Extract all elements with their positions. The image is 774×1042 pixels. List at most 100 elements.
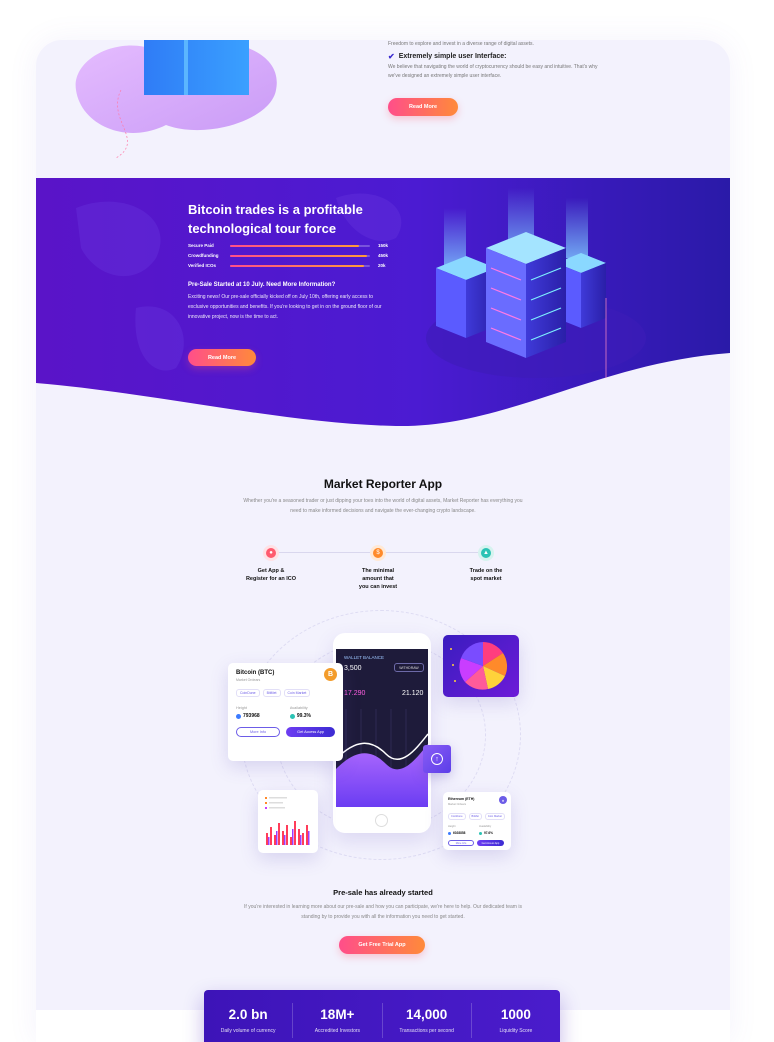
blue-dot-icon — [448, 831, 451, 835]
presale-title: Pre-sale has already started — [333, 888, 433, 897]
phone-illustration — [75, 40, 277, 159]
step-label: The minimal amount that you can invest — [358, 568, 398, 590]
card-title: Ethereum (ETH) — [448, 797, 475, 801]
step-label: Trade on the spot market — [469, 568, 503, 582]
read-more-button[interactable]: Read More — [388, 98, 458, 116]
upload-icon: ↑ — [431, 753, 443, 765]
stat-row-secure-paid: Secure Paid 150k — [188, 243, 388, 248]
teal-dot-icon — [478, 831, 482, 835]
server-illustration — [426, 188, 646, 378]
get-access-button[interactable]: Get Access App — [477, 840, 504, 846]
stat-caption: Daily volume of currency — [220, 1027, 276, 1034]
chip[interactable]: BitMet — [468, 813, 482, 820]
step-register: ● Get App & Register for an ICO — [231, 545, 311, 583]
stat-label: Crowdfunding — [188, 253, 219, 258]
metric-label: Availability — [289, 706, 308, 710]
chip[interactable]: BitMet — [262, 689, 281, 697]
page-frame: Freedom to explore and invest in a diver… — [36, 40, 730, 1042]
bitcoin-card: B Bitcoin (BTC) Market Ordears CoinDune … — [228, 663, 343, 761]
hero-read-more-button[interactable]: Read More — [188, 349, 256, 366]
free-trial-button[interactable]: Get Free Trial App — [339, 936, 425, 954]
hero-text: Bitcoin trades is a profitable technolog… — [188, 200, 388, 322]
stat-number: 2.0 bn — [228, 1006, 268, 1022]
stat-value: 450k — [377, 253, 388, 258]
phone-value-right: 21.120 — [402, 690, 424, 697]
more-info-button[interactable]: More Info — [448, 840, 474, 846]
chip[interactable]: CoinDune — [448, 813, 466, 820]
presale-body: Exciting news! Our pre-sale officially k… — [188, 294, 382, 320]
stat-label: Secure Paid — [188, 243, 214, 248]
stat-number: 14,000 — [405, 1006, 448, 1022]
step-label: Get App & Register for an ICO — [245, 568, 297, 582]
phone-screen: WALLET BALANCE 3,500 WITHDRAW 17.290 21.… — [336, 649, 428, 807]
card-actions: More Info Get Access App — [236, 727, 335, 737]
bitcoin-icon: B — [324, 668, 337, 681]
card-metrics: Height 6028858 Availability 97.6% — [448, 825, 493, 835]
ethereum-card: ♦ Ethereum (ETH) Market Ordears CoinDune… — [443, 792, 511, 850]
metric-value: 793968 — [236, 713, 260, 719]
stat-number: 18M+ — [320, 1006, 355, 1022]
progress-fill — [230, 254, 368, 257]
card-title: Bitcoin (BTC) — [236, 670, 275, 676]
card-actions: More Info Get Access App — [448, 840, 506, 846]
hero-section: Bitcoin trades is a profitable technolog… — [36, 178, 730, 430]
wallet-balance: 3,500 — [344, 665, 362, 672]
feature-intro: Freedom to explore and invest in a diver… — [388, 41, 534, 47]
stat-caption: Liquidity Score — [499, 1027, 533, 1034]
metric-label: Availability — [478, 825, 492, 828]
metric-value: 99.3% — [289, 713, 311, 719]
hero-title: Bitcoin trades is a profitable technolog… — [188, 202, 363, 236]
feature-title: ✔ Extremely simple user Interface: — [388, 52, 608, 61]
wallet-label: WALLET BALANCE — [344, 655, 385, 660]
metric-label: Height — [448, 825, 456, 828]
card-metrics: Height 793968 Availability 99.3% — [236, 706, 311, 719]
chip[interactable]: Coin Market — [484, 813, 505, 820]
wave-chart — [336, 709, 428, 807]
blue-dot-icon — [236, 713, 241, 719]
step-trade: ▲ Trade on the spot market — [446, 545, 526, 583]
stat-row-crowdfunding: Crowdfunding 450k — [188, 253, 388, 258]
teal-dot-icon — [289, 713, 295, 719]
stat-caption: Accredited Investors — [314, 1027, 361, 1034]
metric-value: 6028858 — [448, 831, 465, 835]
progress-bar — [230, 254, 370, 257]
upload-tile: ↑ — [423, 745, 451, 773]
phone-value-left: 17.290 — [344, 690, 366, 697]
bar-chart-card — [258, 790, 318, 853]
chip[interactable]: Coin Market — [283, 689, 311, 697]
exchange-chips: CoinDune BitMet Coin Market — [236, 689, 335, 697]
stat-value: 20k — [378, 263, 386, 268]
app-mockup: WALLET BALANCE 3,500 WITHDRAW 17.290 21.… — [221, 605, 551, 865]
more-info-button[interactable]: More Info — [236, 727, 281, 737]
coin-icon: $ — [370, 545, 386, 561]
card-subtitle: Market Ordears — [236, 678, 261, 682]
progress-bar — [230, 264, 370, 267]
stat-transactions: 14,000 Transactions per second — [383, 1002, 472, 1038]
get-access-button[interactable]: Get Access App — [286, 727, 335, 737]
metric-value: 97.6% — [478, 831, 493, 835]
stat-label: Verified ICOs — [188, 263, 217, 268]
bar-chart-icon — [265, 797, 310, 845]
section-description: Whether you're a seasoned trader or just… — [243, 498, 523, 514]
stat-investors: 18M+ Accredited Investors — [293, 1002, 383, 1038]
presale-heading: Pre-Sale Started at 10 July. Need More I… — [188, 282, 336, 288]
chip[interactable]: CoinDune — [236, 689, 260, 697]
stat-value: 150k — [377, 243, 388, 248]
stat-row-verified-icos: Verified ICOs 20k — [188, 263, 388, 268]
progress-bar — [230, 244, 370, 247]
feature-block: Freedom to explore and invest in a diver… — [388, 40, 608, 81]
stat-number: 1000 — [500, 1006, 531, 1022]
card-subtitle: Market Ordears — [448, 803, 467, 806]
withdraw-button[interactable]: WITHDRAW — [394, 663, 424, 672]
home-button — [375, 814, 388, 827]
phone-mockup: WALLET BALANCE 3,500 WITHDRAW 17.290 21.… — [333, 633, 431, 833]
pie-chart-card — [443, 635, 519, 697]
feature-body: We believe that navigating the world of … — [388, 64, 598, 79]
ethereum-icon: ♦ — [499, 796, 507, 804]
exchange-chips: CoinDune BitMet Coin Market — [448, 813, 506, 820]
stats-bar: 2.0 bn Daily volume of currency 18M+ Acc… — [204, 990, 560, 1042]
chart-icon: ▲ — [478, 545, 494, 561]
feature-title-text: Extremely simple user Interface: — [398, 53, 507, 60]
user-icon: ● — [263, 545, 279, 561]
stat-daily-volume: 2.0 bn Daily volume of currency — [204, 1002, 294, 1038]
